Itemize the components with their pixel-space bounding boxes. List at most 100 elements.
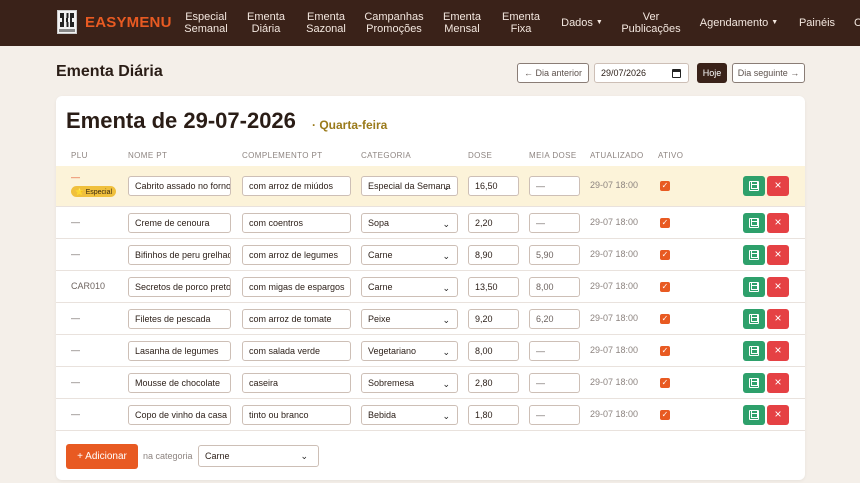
chevron-down-icon: ⌄ [442, 347, 450, 357]
name-input[interactable]: Bifinhos de peru grelhados [128, 245, 231, 265]
dose-input[interactable]: 13,50 [468, 277, 519, 297]
dose-input[interactable]: 2,20 [468, 213, 519, 233]
complement-input[interactable]: com arroz de legumes [242, 245, 351, 265]
name-input[interactable]: Lasanha de legumes [128, 341, 231, 361]
half-dose-input[interactable]: — [529, 176, 580, 196]
active-checkbox-icon[interactable]: ✓ [660, 218, 670, 228]
next-day-button[interactable]: Dia seguinte → [732, 63, 805, 83]
delete-row-button[interactable]: × [767, 176, 789, 196]
nav-dados-dropdown[interactable]: Dados ▼ [558, 0, 606, 46]
category-select[interactable]: Sobremesa ⌄ [361, 373, 458, 393]
half-dose-input[interactable]: — [529, 341, 580, 361]
nav-ver-publicacoes[interactable]: Ver Publicações [620, 0, 682, 46]
close-icon: × [774, 279, 782, 293]
nav-ementa-sazonal[interactable]: Ementa Sazonal [304, 0, 348, 46]
dose-input[interactable]: 9,20 [468, 309, 519, 329]
add-category-select[interactable]: Carne ⌄ [198, 445, 319, 467]
name-input[interactable]: Secretos de porco preto [128, 277, 231, 297]
save-row-button[interactable] [743, 341, 765, 361]
logo-qr-icon[interactable] [57, 10, 77, 34]
name-input[interactable]: Filetes de pescada [128, 309, 231, 329]
save-row-button[interactable] [743, 405, 765, 425]
save-row-button[interactable] [743, 373, 765, 393]
nav-paineis[interactable]: Painéis [796, 0, 838, 46]
plu-value: CAR010 [71, 281, 106, 291]
dose-input[interactable]: 1,80 [468, 405, 519, 425]
caret-down-icon: ▼ [595, 19, 603, 26]
today-button[interactable]: Hoje [697, 63, 727, 83]
complement-input[interactable]: tinto ou branco [242, 405, 351, 425]
delete-row-button[interactable]: × [767, 309, 789, 329]
date-input[interactable]: 29/07/2026 [594, 63, 689, 83]
complement-value: com arroz de tomate [249, 314, 332, 324]
category-select[interactable]: Peixe ⌄ [361, 309, 458, 329]
half-dose-value: 5,90 [536, 250, 554, 260]
save-row-button[interactable] [743, 176, 765, 196]
delete-row-button[interactable]: × [767, 213, 789, 233]
category-select[interactable]: Sopa ⌄ [361, 213, 458, 233]
active-checkbox-icon[interactable]: ✓ [660, 410, 670, 420]
half-dose-input[interactable]: 6,20 [529, 309, 580, 329]
name-value: Bifinhos de peru grelhados [135, 250, 230, 260]
name-input[interactable]: Copo de vinho da casa [128, 405, 231, 425]
dose-value: 8,00 [475, 346, 493, 356]
name-input[interactable]: Cabrito assado no forno [128, 176, 231, 196]
active-checkbox-icon[interactable]: ✓ [660, 346, 670, 356]
active-checkbox-icon[interactable]: ✓ [660, 378, 670, 388]
active-checkbox-icon[interactable]: ✓ [660, 314, 670, 324]
delete-row-button[interactable]: × [767, 245, 789, 265]
active-checkbox-icon[interactable]: ✓ [660, 250, 670, 260]
category-select[interactable]: Carne ⌄ [361, 277, 458, 297]
dose-input[interactable]: 8,90 [468, 245, 519, 265]
save-row-button[interactable] [743, 245, 765, 265]
menu-card: Ementa de 29-07-2026 · Quarta-feira PLU … [56, 96, 805, 480]
complement-input[interactable]: com arroz de miúdos [242, 176, 351, 196]
nav-ementa-mensal[interactable]: Ementa Mensal [441, 0, 483, 46]
name-input[interactable]: Mousse de chocolate [128, 373, 231, 393]
save-row-button[interactable] [743, 277, 765, 297]
nav-label: C [854, 17, 860, 29]
dose-input[interactable]: 8,00 [468, 341, 519, 361]
nav-more-clipped[interactable]: C [850, 0, 860, 46]
category-select[interactable]: Vegetariano ⌄ [361, 341, 458, 361]
dose-input[interactable]: 16,50 [468, 176, 519, 196]
category-value: Vegetariano [368, 346, 417, 356]
delete-row-button[interactable]: × [767, 341, 789, 361]
half-dose-input[interactable]: 5,90 [529, 245, 580, 265]
delete-row-button[interactable]: × [767, 373, 789, 393]
nav-agendamento-dropdown[interactable]: Agendamento ▼ [698, 0, 780, 46]
nav-ementa-diaria[interactable]: Ementa Diária [244, 0, 288, 46]
category-select[interactable]: Especial da Semana ⌄ [361, 176, 458, 196]
chevron-down-icon: ⌄ [442, 182, 450, 192]
plu-value: — [71, 409, 80, 419]
delete-row-button[interactable]: × [767, 277, 789, 297]
complement-input[interactable]: com migas de espargos [242, 277, 351, 297]
close-icon: × [774, 311, 782, 325]
complement-input[interactable]: com coentros [242, 213, 351, 233]
nav-especial-semanal[interactable]: Especial Semanal [183, 0, 229, 46]
active-checkbox-icon[interactable]: ✓ [660, 282, 670, 292]
delete-row-button[interactable]: × [767, 405, 789, 425]
complement-input[interactable]: com arroz de tomate [242, 309, 351, 329]
updated-timestamp: 29-07 18:00 [590, 180, 639, 190]
nav-ementa-fixa[interactable]: Ementa Fixa [500, 0, 542, 46]
category-select[interactable]: Carne ⌄ [361, 245, 458, 265]
add-item-button[interactable]: + Adicionar [66, 444, 138, 469]
category-select[interactable]: Bebida ⌄ [361, 405, 458, 425]
save-row-button[interactable] [743, 213, 765, 233]
save-row-button[interactable] [743, 309, 765, 329]
prev-day-button[interactable]: ← Dia anterior [517, 63, 589, 83]
complement-input[interactable]: caseira [242, 373, 351, 393]
dose-input[interactable]: 2,80 [468, 373, 519, 393]
half-dose-input[interactable]: — [529, 373, 580, 393]
active-checkbox-icon[interactable]: ✓ [660, 181, 670, 191]
half-dose-input[interactable]: 8,00 [529, 277, 580, 297]
half-dose-input[interactable]: — [529, 405, 580, 425]
nav-campanhas-promocoes[interactable]: Campanhas Promoções [362, 0, 426, 46]
complement-input[interactable]: com salada verde [242, 341, 351, 361]
name-input[interactable]: Creme de cenoura [128, 213, 231, 233]
half-dose-input[interactable]: — [529, 213, 580, 233]
calendar-icon[interactable] [672, 69, 681, 78]
nav-label: Especial Semanal [184, 11, 228, 35]
brand-name[interactable]: EASYMENU [85, 14, 172, 31]
